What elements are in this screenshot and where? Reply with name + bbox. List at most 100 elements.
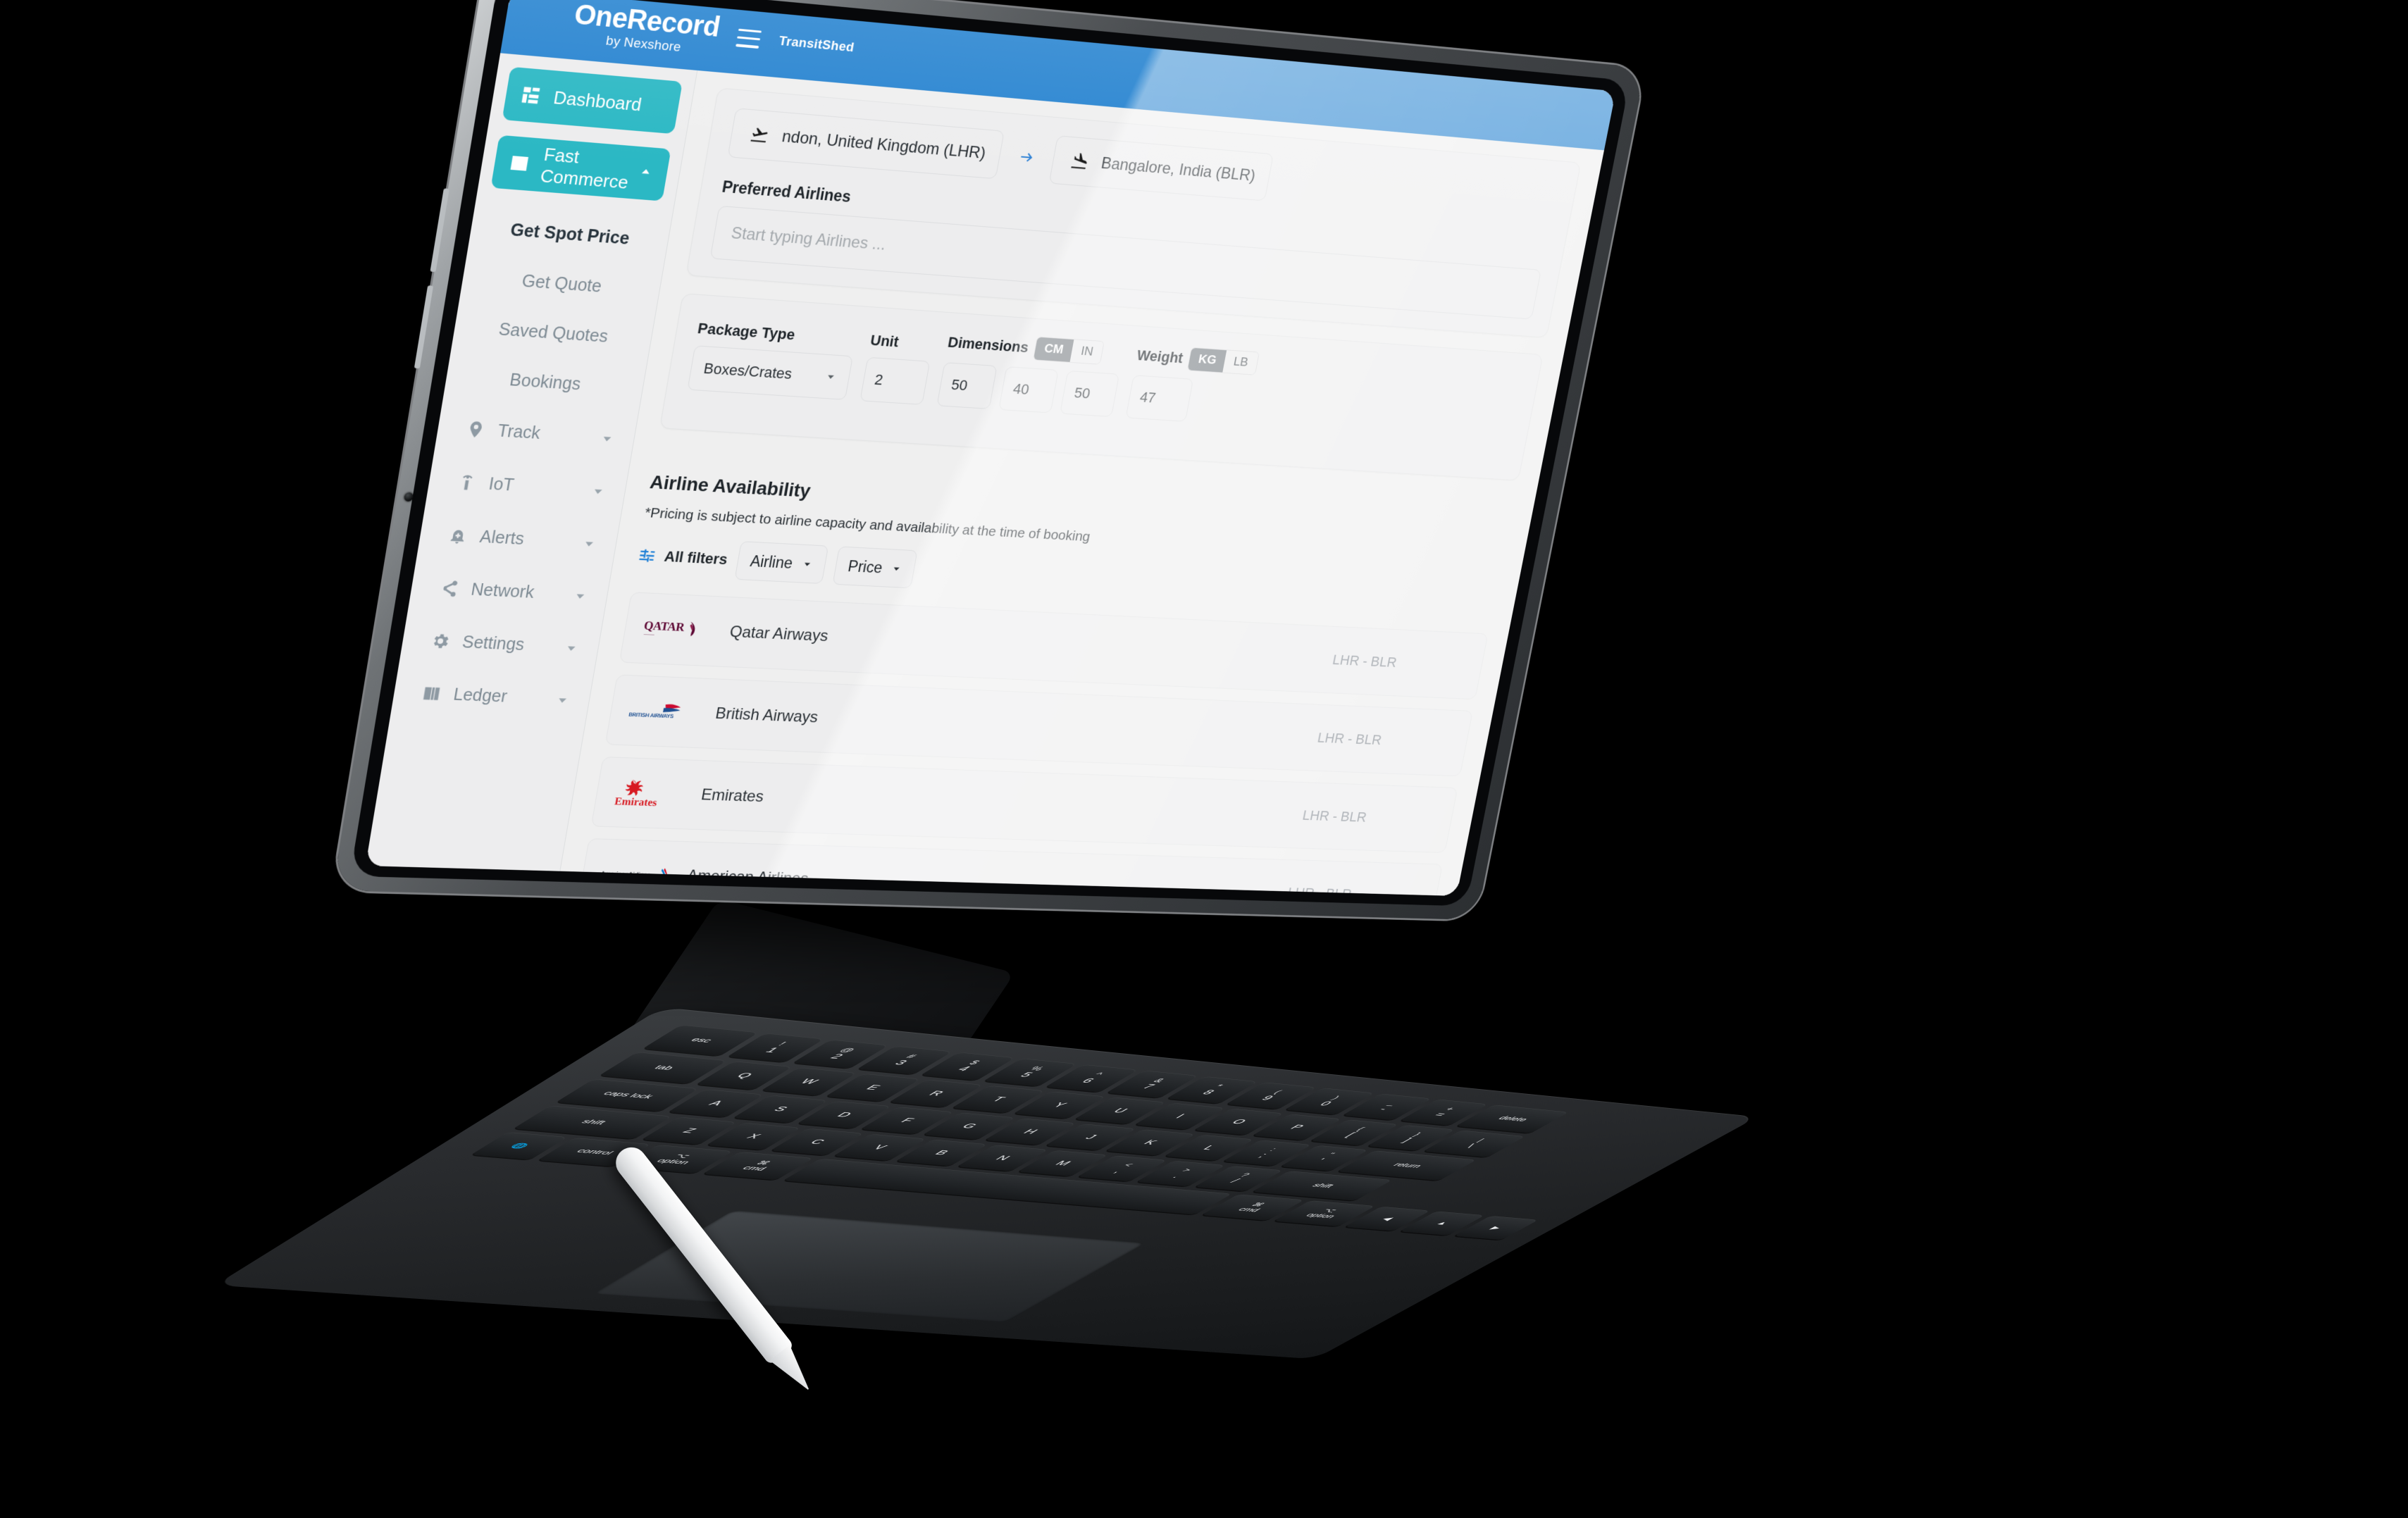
plane-arrival-icon <box>1071 152 1089 170</box>
arrow-right-icon <box>1020 152 1034 163</box>
weight-header: Weight KG LB <box>1135 344 1260 375</box>
sidebar-item-ledger[interactable]: Ledger <box>402 666 581 726</box>
main-content: ndon, United Kingdom (LHR) Bangalore, In… <box>560 70 1604 897</box>
tablet-device: OneRecord by Nexshore TransitShed Networ… <box>310 0 1733 1043</box>
qatar-airways-logo: QATAR ⎯⎯⎯⎯⎯ <box>641 616 732 645</box>
dimension-length-value: 50 <box>950 375 969 394</box>
dimension-unit-in[interactable]: IN <box>1069 340 1104 364</box>
unit-value: 2 <box>873 371 885 389</box>
sidebar-item-track[interactable]: Track <box>447 402 626 465</box>
airline-name: British Airways <box>714 704 820 727</box>
all-filters-button[interactable]: All filters <box>636 546 729 569</box>
sidebar-item-label: Dashboard <box>552 86 644 115</box>
dimension-height-input[interactable]: 50 <box>1060 370 1120 418</box>
weight-input[interactable]: 47 <box>1125 375 1194 422</box>
dimensions-header: Dimensions CM IN <box>946 330 1126 366</box>
airline-name: Emirates <box>700 785 765 806</box>
workspace-label[interactable]: TransitShed <box>778 34 855 56</box>
destination-value: Bangalore, India (BLR) <box>1099 154 1258 185</box>
dimension-width-value: 40 <box>1012 380 1031 398</box>
bell-plus-icon <box>450 530 466 545</box>
map-pin-icon <box>468 421 483 438</box>
filter-airline-button[interactable]: Airline <box>734 541 829 584</box>
caret-down-icon <box>893 566 900 571</box>
sidebar-item-label: Ledger <box>452 685 509 706</box>
filter-price-label: Price <box>846 556 884 576</box>
package-type-field: Package Type Boxes/Crates <box>687 320 857 400</box>
svg-text:Emirates: Emirates <box>614 795 658 809</box>
sidebar-item-label: Bookings <box>508 370 583 394</box>
sidebar-item-label: Get Spot Price <box>509 220 631 249</box>
chevron-down-icon <box>580 536 598 556</box>
sidebar-item-network[interactable]: Network <box>420 561 599 621</box>
dimension-height-value: 50 <box>1073 384 1092 402</box>
dimensions-field: Dimensions CM IN 50 40 50 <box>936 330 1126 418</box>
weight-label: Weight <box>1135 347 1185 366</box>
sidebar-item-label: Network <box>469 580 536 602</box>
weight-unit-lb[interactable]: LB <box>1222 350 1259 375</box>
gear-icon <box>433 634 449 649</box>
emirates-logo: Emirates <box>612 776 704 811</box>
app-logo[interactable]: OneRecord by Nexshore <box>570 0 722 58</box>
scene-root: esc ! 1 @2 #3 $4 % 5 ^ 6 & 7 * 8 (9 ) 0 _ - + = … <box>0 0 2408 1518</box>
dimension-length-input[interactable]: 50 <box>936 362 998 409</box>
app-root: OneRecord by Nexshore TransitShed Networ… <box>365 0 1616 897</box>
sidebar-item-dashboard[interactable]: Dashboard <box>502 66 683 135</box>
sidebar-item-settings[interactable]: Settings <box>411 614 590 673</box>
all-filters-label: All filters <box>663 547 729 568</box>
caret-down-icon <box>804 562 811 566</box>
dimension-inputs: 50 40 50 <box>936 362 1120 418</box>
svg-text:QATAR: QATAR <box>643 618 686 633</box>
british-airways-logo: BRITISH AIRWAYS <box>627 698 718 726</box>
filter-price-button[interactable]: Price <box>832 546 919 589</box>
chevron-down-icon <box>562 640 581 660</box>
svg-text:⎯⎯⎯⎯⎯: ⎯⎯⎯⎯⎯ <box>643 632 655 637</box>
sidebar-item-alerts[interactable]: Alerts <box>428 508 608 569</box>
airline-route: LHR - BLR <box>1301 807 1368 826</box>
svg-text:BRITISH AIRWAYS: BRITISH AIRWAYS <box>628 711 675 719</box>
origin-field[interactable]: ndon, United Kingdom (LHR) <box>727 108 1005 180</box>
destination-field[interactable]: Bangalore, India (BLR) <box>1048 135 1274 201</box>
tablet-screen[interactable]: OneRecord by Nexshore TransitShed Networ… <box>365 0 1616 897</box>
dimension-width-input[interactable]: 40 <box>998 366 1059 413</box>
package-type-value: Boxes/Crates <box>702 359 794 382</box>
app-body: Dashboard Fast Commerce Get Spot Price G… <box>365 53 1604 897</box>
unit-input[interactable]: 2 <box>859 356 931 405</box>
dimensions-label: Dimensions <box>946 333 1030 356</box>
chevron-down-icon <box>553 692 571 712</box>
plane-departure-icon <box>750 127 769 143</box>
sidebar-item-iot[interactable]: IoT <box>437 454 617 517</box>
origin-value: ndon, United Kingdom (LHR) <box>780 127 988 163</box>
weight-value: 47 <box>1138 388 1158 406</box>
package-type-label: Package Type <box>696 319 797 344</box>
chevron-up-icon <box>636 162 654 185</box>
preferred-airlines-placeholder: Start typing Airlines ... <box>729 223 888 254</box>
sidebar-item-label: Track <box>496 421 542 443</box>
dashboard-grid-icon <box>521 87 540 104</box>
sliders-icon <box>638 549 655 563</box>
weight-field: Weight KG LB 47 <box>1125 344 1260 426</box>
airline-route: LHR - BLR <box>1316 729 1384 748</box>
chevron-down-icon <box>597 430 616 451</box>
sidebar-item-label: Get Quote <box>520 270 604 296</box>
airline-name: Qatar Airways <box>728 623 830 645</box>
list-card-icon <box>510 156 529 171</box>
sidebar-item-label: Alerts <box>478 527 526 549</box>
chevron-down-icon <box>589 483 607 504</box>
hamburger-menu-icon[interactable] <box>736 28 762 49</box>
book-icon <box>423 687 440 701</box>
sidebar-item-label: Settings <box>461 632 526 654</box>
sidebar-item-fast-commerce[interactable]: Fast Commerce <box>490 135 671 201</box>
share-nodes-icon <box>442 580 458 597</box>
magic-keyboard[interactable]: esc ! 1 @2 #3 $4 % 5 ^ 6 & 7 * 8 (9 ) 0 _ - + = … <box>215 1007 1758 1360</box>
package-type-select[interactable]: Boxes/Crates <box>687 345 853 400</box>
dimension-unit-toggle[interactable]: CM IN <box>1032 336 1105 365</box>
package-row: Package Type Boxes/Crates Unit 2 Dimensi… <box>687 313 1521 442</box>
weight-unit-kg[interactable]: KG <box>1187 347 1227 373</box>
filter-airline-label: Airline <box>749 552 795 572</box>
dimension-unit-cm[interactable]: CM <box>1033 337 1074 362</box>
sidebar-item-label: Saved Quotes <box>497 319 610 347</box>
unit-field: Unit 2 <box>859 332 934 405</box>
airline-route: LHR - BLR <box>1331 652 1398 671</box>
weight-unit-toggle[interactable]: KG LB <box>1186 347 1260 375</box>
